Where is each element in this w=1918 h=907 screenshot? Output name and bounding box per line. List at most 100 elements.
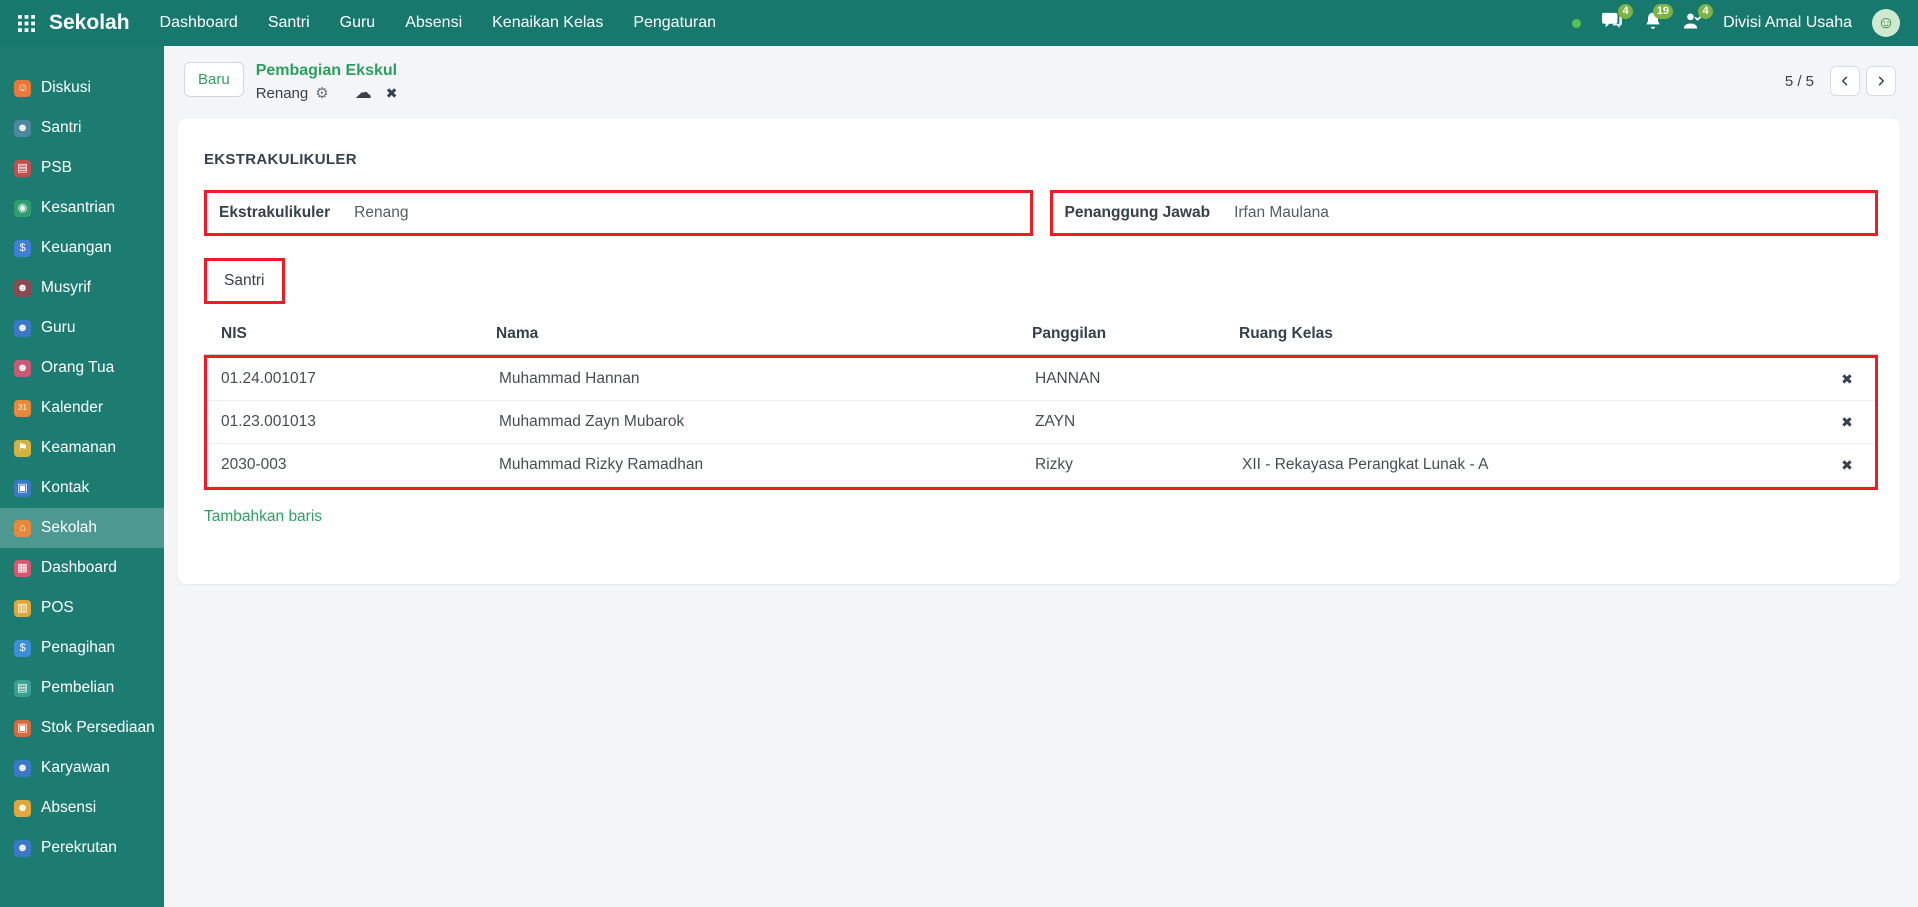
row-delete-icon[interactable]: ✖: [1819, 445, 1875, 486]
student-icon: ☻: [14, 120, 31, 137]
notification-badge: 19: [1653, 4, 1673, 19]
sidebar-item-orang-tua[interactable]: ☻ Orang Tua: [0, 348, 164, 388]
billing-icon: $: [14, 640, 31, 657]
row-delete-icon[interactable]: ✖: [1819, 402, 1875, 443]
cell-nama[interactable]: Muhammad Hannan: [499, 358, 1035, 400]
sidebar-item-label: Sekolah: [41, 519, 97, 537]
field-value[interactable]: Renang: [354, 204, 1017, 222]
prev-record-button[interactable]: [1830, 66, 1860, 96]
cell-nama[interactable]: Muhammad Rizky Ramadhan: [499, 444, 1035, 486]
sidebar-item-absensi[interactable]: ☻ Absensi: [0, 788, 164, 828]
cell-ruang-kelas[interactable]: [1242, 367, 1819, 391]
gear-icon[interactable]: ⚙: [315, 84, 328, 102]
cell-ruang-kelas[interactable]: XII - Rekayasa Perangkat Lunak - A: [1242, 444, 1819, 486]
teacher-icon: ☻: [14, 320, 31, 337]
nav-item-label: Santri: [268, 14, 310, 31]
sidebar-item-perekrutan[interactable]: ☻ Perekrutan: [0, 828, 164, 868]
app-title[interactable]: Sekolah: [49, 11, 130, 35]
security-icon: ⚑: [14, 440, 31, 457]
add-row-link[interactable]: Tambahkan baris: [204, 508, 322, 526]
sidebar-item-musyrif[interactable]: ☻ Musyrif: [0, 268, 164, 308]
cell-nis[interactable]: 01.23.001013: [207, 401, 499, 443]
page-header: Baru Pembagian Ekskul Renang ⚙ ☁ ✖ 5 / 5: [164, 46, 1918, 111]
nav-item-label: Pengaturan: [633, 14, 716, 31]
user-menu-label[interactable]: Divisi Amal Usaha: [1723, 14, 1852, 32]
nav-item-absensi[interactable]: Absensi: [405, 14, 462, 32]
nav-item-label: Absensi: [405, 14, 462, 31]
sidebar-item-diskusi[interactable]: ☺ Diskusi: [0, 68, 164, 108]
online-status-dot: [1572, 19, 1581, 28]
santri-section-label: Santri: [204, 258, 285, 304]
sidebar-item-keuangan[interactable]: $ Keuangan: [0, 228, 164, 268]
sidebar-item-penagihan[interactable]: $ Penagihan: [0, 628, 164, 668]
attendance-icon: ☻: [14, 800, 31, 817]
sidebar-item-sekolah[interactable]: ⌂ Sekolah: [0, 508, 164, 548]
sidebar-item-label: Guru: [41, 319, 75, 337]
main-content: Baru Pembagian Ekskul Renang ⚙ ☁ ✖ 5 / 5…: [164, 0, 1918, 584]
next-record-button[interactable]: [1866, 66, 1896, 96]
sidebar-item-dashboard[interactable]: ▦ Dashboard: [0, 548, 164, 588]
nav-item-pengaturan[interactable]: Pengaturan: [633, 14, 716, 32]
sidebar-item-label: Perekrutan: [41, 839, 117, 857]
sidebar-item-kalender[interactable]: 31 Kalender: [0, 388, 164, 428]
cell-panggilan[interactable]: HANNAN: [1035, 358, 1242, 400]
cell-panggilan[interactable]: Rizky: [1035, 444, 1242, 486]
stock-icon: ▣: [14, 720, 31, 737]
table-row[interactable]: 01.23.001013 Muhammad Zayn Mubarok ZAYN …: [207, 401, 1875, 444]
table-row[interactable]: 01.24.001017 Muhammad Hannan HANNAN ✖: [207, 358, 1875, 401]
nav-item-label: Dashboard: [160, 14, 238, 31]
document-icon: ▤: [14, 160, 31, 177]
user-points-button[interactable]: 4: [1683, 11, 1703, 36]
table-row[interactable]: 2030-003 Muhammad Rizky Ramadhan Rizky X…: [207, 444, 1875, 487]
notifications-button[interactable]: 19: [1643, 11, 1663, 36]
nav-item-kenaikan-kelas[interactable]: Kenaikan Kelas: [492, 14, 603, 32]
sidebar-item-label: Santri: [41, 119, 82, 137]
sidebar-item-karyawan[interactable]: ☻ Karyawan: [0, 748, 164, 788]
cell-ruang-kelas[interactable]: [1242, 410, 1819, 434]
chat-button[interactable]: 4: [1601, 11, 1623, 36]
calendar-icon: 31: [14, 400, 31, 417]
sidebar-item-santri[interactable]: ☻ Santri: [0, 108, 164, 148]
sidebar-item-label: Penagihan: [41, 639, 115, 657]
sidebar-item-label: Orang Tua: [41, 359, 114, 377]
nav-item-santri[interactable]: Santri: [268, 14, 310, 32]
navbar-menu: Dashboard Santri Guru Absensi Kenaikan K…: [160, 14, 717, 32]
sidebar-item-label: Dashboard: [41, 559, 117, 577]
sidebar-item-kesantrian[interactable]: ◉ Kesantrian: [0, 188, 164, 228]
parents-icon: ☻: [14, 360, 31, 377]
purchase-icon: ▤: [14, 680, 31, 697]
sidebar-item-pos[interactable]: ▥ POS: [0, 588, 164, 628]
row-delete-icon[interactable]: ✖: [1819, 359, 1875, 400]
dashboard-icon: ▦: [14, 560, 31, 577]
apps-grid-icon[interactable]: [18, 15, 35, 32]
cell-panggilan[interactable]: ZAYN: [1035, 401, 1242, 443]
close-icon[interactable]: ✖: [386, 85, 398, 102]
sidebar-item-label: POS: [41, 599, 74, 617]
contact-icon: ▣: [14, 480, 31, 497]
field-label: Penanggung Jawab: [1065, 204, 1211, 222]
santri-table-header: NIS Nama Panggilan Ruang Kelas: [204, 312, 1878, 355]
sidebar-item-psb[interactable]: ▤ PSB: [0, 148, 164, 188]
santri-table-body: 01.24.001017 Muhammad Hannan HANNAN ✖ 01…: [204, 355, 1878, 490]
sidebar-item-guru[interactable]: ☻ Guru: [0, 308, 164, 348]
sidebar-item-stok-persediaan[interactable]: ▣ Stok Persediaan: [0, 708, 164, 748]
nav-item-guru[interactable]: Guru: [340, 14, 376, 32]
cell-nama[interactable]: Muhammad Zayn Mubarok: [499, 401, 1035, 443]
user-avatar[interactable]: ☺: [1872, 9, 1900, 37]
nav-item-dashboard[interactable]: Dashboard: [160, 14, 238, 32]
field-value[interactable]: Irfan Maulana: [1234, 204, 1863, 222]
field-penanggung-jawab[interactable]: Penanggung Jawab Irfan Maulana: [1050, 190, 1879, 236]
column-panggilan: Panggilan: [1032, 312, 1239, 354]
chat-badge: 4: [1618, 4, 1633, 19]
mentor-icon: ☻: [14, 280, 31, 297]
sidebar-item-keamanan[interactable]: ⚑ Keamanan: [0, 428, 164, 468]
nav-item-label: Kenaikan Kelas: [492, 14, 603, 31]
sidebar-item-pembelian[interactable]: ▤ Pembelian: [0, 668, 164, 708]
cell-nis[interactable]: 01.24.001017: [207, 358, 499, 400]
sidebar-item-kontak[interactable]: ▣ Kontak: [0, 468, 164, 508]
upload-cloud-icon[interactable]: ☁: [355, 83, 372, 103]
field-ekstrakulikuler[interactable]: Ekstrakulikuler Renang: [204, 190, 1033, 236]
workspace-sidebar: ☺ Diskusi ☻ Santri ▤ PSB ◉ Kesantrian $ …: [0, 46, 164, 907]
cell-nis[interactable]: 2030-003: [207, 444, 499, 486]
sidebar-item-label: Keamanan: [41, 439, 116, 457]
